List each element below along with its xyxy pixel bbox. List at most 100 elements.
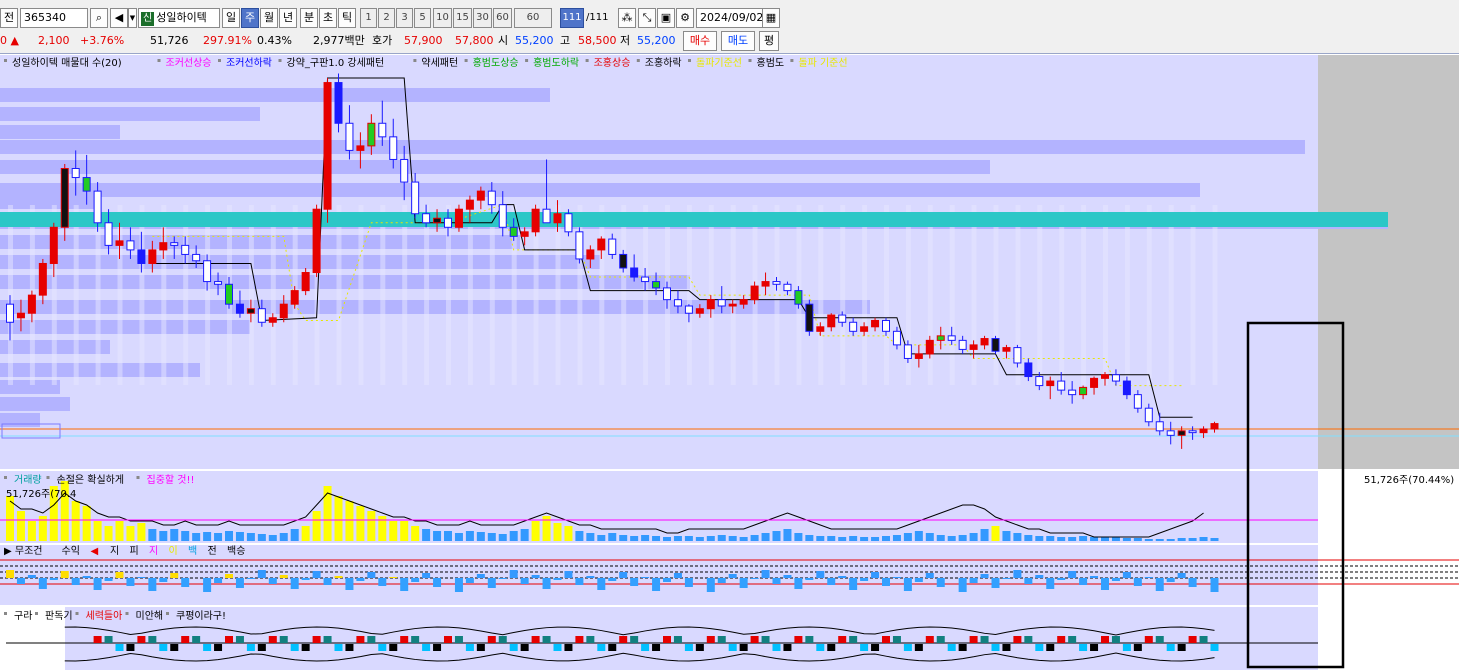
candle-body[interactable]: [575, 231, 584, 260]
candle-body[interactable]: [849, 321, 858, 332]
candle-body[interactable]: [892, 330, 901, 346]
candle-body[interactable]: [794, 290, 803, 305]
num-3[interactable]: 3: [396, 8, 413, 28]
gura-legend-item[interactable]: 미안해: [136, 609, 164, 622]
candle-body[interactable]: [235, 303, 244, 314]
num-15[interactable]: 15: [453, 8, 472, 28]
candle-body[interactable]: [279, 303, 288, 319]
candle-body[interactable]: [947, 335, 956, 341]
candle-body[interactable]: [71, 168, 80, 179]
candle-body[interactable]: [641, 276, 650, 283]
candle-body[interactable]: [1155, 421, 1164, 432]
main-legend-item[interactable]: 조홍하락: [645, 56, 682, 69]
num-5[interactable]: 5: [414, 8, 431, 28]
stock-name[interactable]: 신 성일하이텍: [138, 8, 220, 28]
candle-body[interactable]: [531, 208, 540, 233]
main-legend-item[interactable]: 돌파기준선: [696, 57, 742, 69]
indicator-legend-item[interactable]: 지: [110, 545, 119, 557]
indicator-legend-item[interactable]: 전: [208, 545, 217, 557]
candle-body[interactable]: [49, 226, 58, 264]
candle-body[interactable]: [126, 240, 135, 251]
candle-body[interactable]: [805, 303, 814, 332]
main-legend-item[interactable]: 조홍상승: [594, 56, 631, 69]
period-day[interactable]: 일: [222, 8, 240, 28]
candle-body[interactable]: [1046, 380, 1055, 387]
candle-body[interactable]: [378, 122, 387, 138]
candle-body[interactable]: [334, 82, 343, 124]
candle-body[interactable]: [400, 158, 409, 183]
candle-body[interactable]: [520, 231, 529, 237]
candle-body[interactable]: [969, 344, 978, 350]
candle-body[interactable]: [214, 281, 223, 285]
candle-body[interactable]: [717, 299, 726, 307]
gear-icon[interactable]: ⚙: [676, 8, 694, 28]
candle-body[interactable]: [1024, 362, 1033, 378]
gura-legend-item[interactable]: 쿠평이라구!: [176, 610, 226, 622]
candle-body[interactable]: [38, 262, 47, 296]
candle-body[interactable]: [16, 312, 25, 319]
calendar-icon[interactable]: ▦: [762, 8, 780, 28]
candle-body[interactable]: [608, 238, 617, 255]
main-legend-item[interactable]: 성일하이텍 매물대 수(20): [12, 56, 122, 69]
candle-body[interactable]: [137, 249, 146, 264]
volume-legend-item[interactable]: 손절은 확실하게: [57, 473, 125, 486]
candle-body[interactable]: [903, 344, 912, 359]
candle-body[interactable]: [772, 281, 781, 285]
candle-body[interactable]: [1177, 430, 1186, 436]
indicator-legend-item[interactable]: ▶ 무조건: [4, 545, 42, 557]
num-1[interactable]: 1: [360, 8, 377, 28]
num-10[interactable]: 10: [433, 8, 452, 28]
candle-body[interactable]: [586, 249, 595, 260]
no-draw-icon[interactable]: ⤡: [638, 8, 656, 28]
candle-body[interactable]: [345, 122, 354, 151]
candle-body[interactable]: [695, 308, 704, 314]
candle-body[interactable]: [871, 319, 880, 328]
candle-body[interactable]: [673, 299, 682, 307]
main-legend-item[interactable]: 조커선하락: [226, 56, 272, 69]
stock-chart[interactable]: 성일하이텍 매물대 수(20) 조커선상승 조커선하락 강약_구판1.0 강세패턴 약세…: [0, 55, 1459, 670]
candle-body[interactable]: [498, 204, 507, 228]
gura-legend-item[interactable]: 판독기: [45, 610, 73, 622]
candle-body[interactable]: [1199, 428, 1208, 434]
candle-body[interactable]: [93, 190, 102, 224]
candle-body[interactable]: [257, 308, 266, 323]
period-tick2[interactable]: 틱: [338, 8, 356, 28]
candle-body[interactable]: [60, 168, 69, 228]
candle-body[interactable]: [1111, 374, 1120, 382]
num-2[interactable]: 2: [378, 8, 395, 28]
candle-body[interactable]: [980, 338, 989, 346]
speaker-icon[interactable]: ◀: [110, 8, 128, 28]
code-input[interactable]: 365340: [20, 8, 88, 28]
candle-body[interactable]: [991, 338, 1000, 352]
candle-body[interactable]: [27, 294, 36, 314]
candle-body[interactable]: [225, 283, 233, 305]
period-minute[interactable]: 분: [300, 8, 318, 28]
candle-body[interactable]: [630, 267, 639, 278]
candle-body[interactable]: [761, 281, 770, 287]
candle-body[interactable]: [192, 253, 201, 262]
candle-body[interactable]: [936, 335, 945, 341]
candle-body[interactable]: [487, 190, 496, 206]
main-legend-item[interactable]: 홍범도상승: [473, 56, 519, 69]
gura-legend-item[interactable]: 구라: [14, 610, 32, 622]
main-legend-item[interactable]: 돌파 기준선: [798, 57, 847, 69]
candle-body[interactable]: [422, 213, 431, 224]
candle-body[interactable]: [454, 208, 463, 228]
candle-body[interactable]: [444, 217, 452, 228]
search-icon[interactable]: ⌕: [90, 8, 108, 28]
candle-body[interactable]: [246, 308, 255, 314]
candle-body[interactable]: [115, 240, 124, 246]
candle-body[interactable]: [1057, 380, 1066, 391]
candle-body[interactable]: [816, 326, 825, 332]
indicator-legend-item[interactable]: 이: [169, 545, 178, 557]
main-legend-item[interactable]: 홍범도: [757, 56, 785, 69]
candle-body[interactable]: [750, 285, 759, 301]
candle-body[interactable]: [1090, 377, 1099, 388]
main-legend-item[interactable]: 홍범도하락: [533, 56, 579, 69]
candle-body[interactable]: [268, 317, 277, 323]
candle-body[interactable]: [6, 303, 14, 323]
candle-body[interactable]: [783, 283, 792, 292]
candle-body[interactable]: [1013, 347, 1022, 364]
candle-body[interactable]: [367, 122, 376, 147]
candle-body[interactable]: [1133, 394, 1142, 409]
